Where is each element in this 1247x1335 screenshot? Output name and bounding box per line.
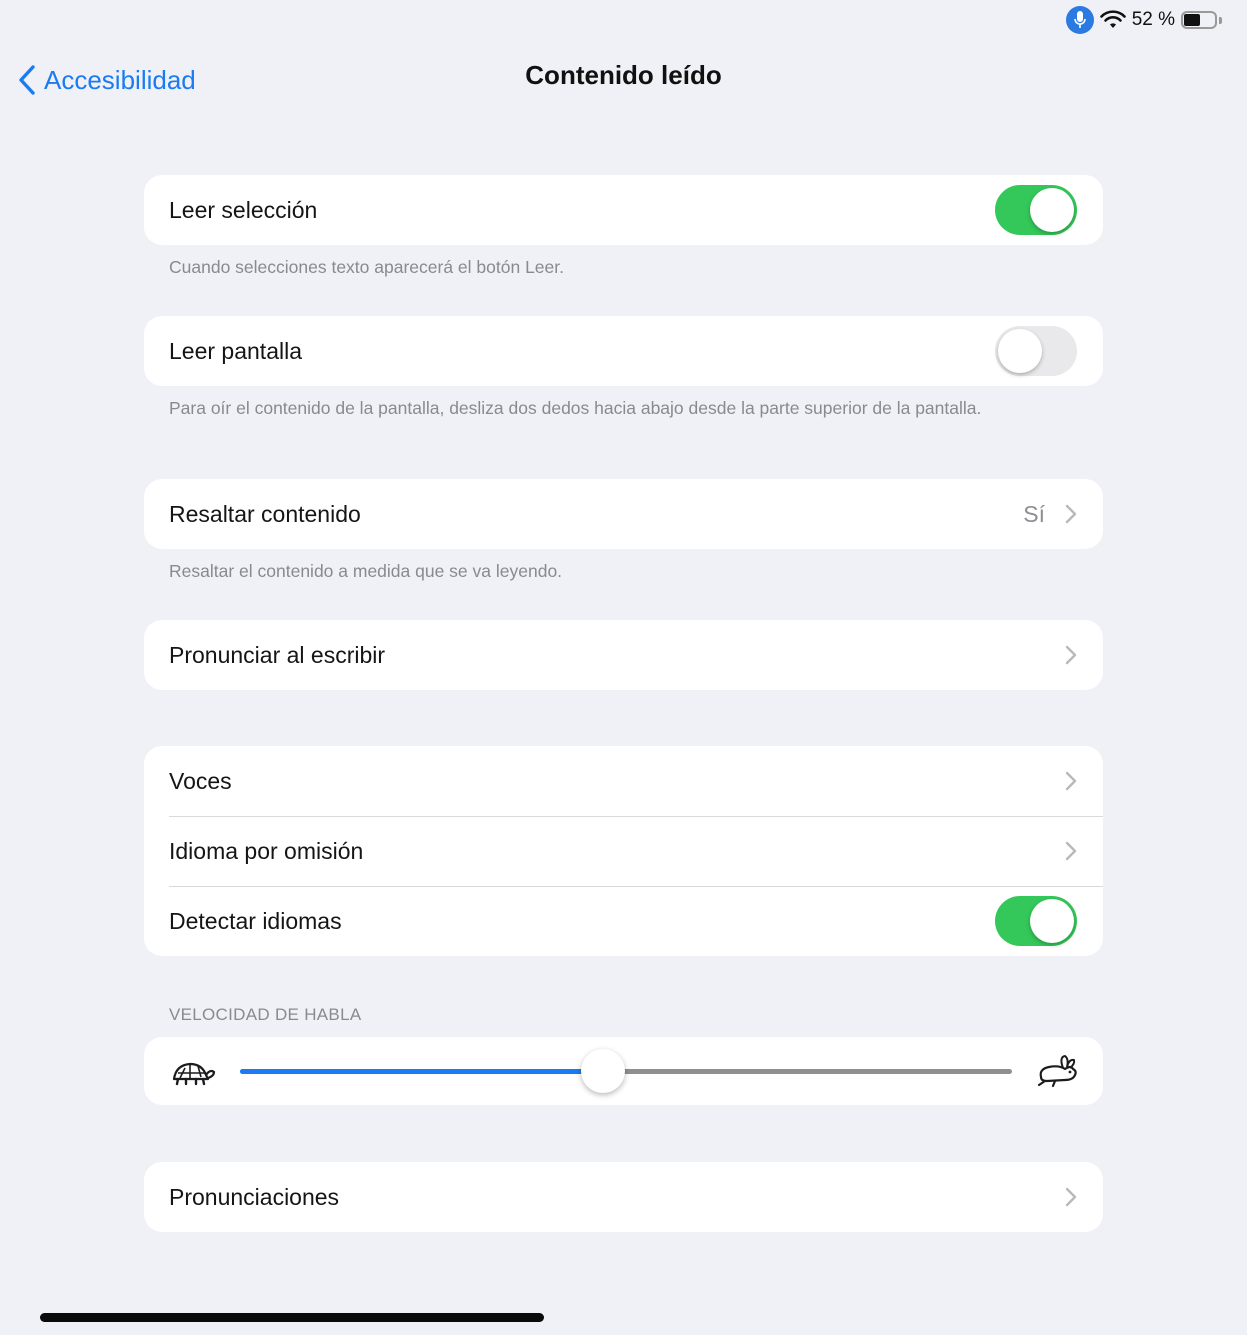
- mic-icon: [1065, 6, 1094, 34]
- row-label: Voces: [169, 767, 232, 794]
- row-leer-seleccion: Leer selección: [144, 175, 1103, 245]
- row-label: Leer pantalla: [169, 337, 302, 364]
- row-value: Sí: [1023, 500, 1045, 527]
- toggle-detectar-idiomas[interactable]: [995, 896, 1077, 946]
- group-voces: Voces Idioma por omisión Detectar idioma…: [144, 746, 1103, 956]
- footer-leer-seleccion: Cuando selecciones texto aparecerá el bo…: [169, 257, 564, 277]
- group-leer-pantalla: Leer pantalla: [144, 316, 1103, 386]
- section-header-velocidad: VELOCIDAD DE HABLA: [169, 1005, 362, 1024]
- row-leer-pantalla: Leer pantalla: [144, 316, 1103, 386]
- toggle-leer-pantalla[interactable]: [995, 326, 1077, 376]
- rabbit-icon: [1037, 1055, 1077, 1088]
- toggle-leer-seleccion[interactable]: [995, 185, 1077, 235]
- footer-resaltar: Resaltar el contenido a medida que se va…: [169, 561, 563, 581]
- home-indicator[interactable]: [40, 1313, 544, 1322]
- row-label: Detectar idiomas: [169, 907, 342, 934]
- speech-rate-thumb[interactable]: [580, 1049, 625, 1093]
- row-resaltar-contenido[interactable]: Resaltar contenido Sí: [144, 479, 1103, 549]
- chevron-right-icon: [1065, 504, 1077, 524]
- row-label: Resaltar contenido: [169, 500, 361, 527]
- row-voces[interactable]: Voces: [144, 746, 1103, 816]
- row-idioma-por-omision[interactable]: Idioma por omisión: [144, 816, 1103, 886]
- page-title: Contenido leído: [525, 60, 722, 90]
- chevron-right-icon: [1065, 645, 1077, 665]
- row-label: Leer selección: [169, 196, 318, 223]
- row-detectar-idiomas: Detectar idiomas: [144, 886, 1103, 956]
- group-resaltar: Resaltar contenido Sí: [144, 479, 1103, 549]
- group-velocidad: [144, 1037, 1103, 1105]
- group-pronunciaciones: Pronunciaciones: [144, 1162, 1103, 1232]
- row-pronunciaciones[interactable]: Pronunciaciones: [144, 1162, 1103, 1232]
- battery-percent: 52 %: [1131, 9, 1175, 30]
- speech-rate-slider[interactable]: [240, 1049, 1012, 1093]
- wifi-icon: [1099, 10, 1126, 28]
- row-label: Pronunciar al escribir: [169, 641, 386, 668]
- chevron-right-icon: [1065, 841, 1077, 861]
- battery-icon: [1181, 9, 1225, 31]
- speech-rate-fill: [240, 1069, 603, 1074]
- chevron-right-icon: [1065, 1187, 1077, 1207]
- speech-rate-row: [144, 1037, 1103, 1105]
- group-leer-seleccion: Leer selección: [144, 175, 1103, 245]
- battery-level-fill: [1184, 14, 1200, 26]
- group-pronunciar: Pronunciar al escribir: [144, 620, 1103, 690]
- status-bar: 52 %: [1065, 4, 1225, 36]
- row-pronunciar-al-escribir[interactable]: Pronunciar al escribir: [144, 620, 1103, 690]
- row-label: Idioma por omisión: [169, 837, 364, 864]
- chevron-right-icon: [1065, 771, 1077, 791]
- footer-leer-pantalla: Para oír el contenido de la pantalla, de…: [169, 398, 982, 418]
- turtle-icon: [172, 1062, 216, 1086]
- row-label: Pronunciaciones: [169, 1183, 340, 1210]
